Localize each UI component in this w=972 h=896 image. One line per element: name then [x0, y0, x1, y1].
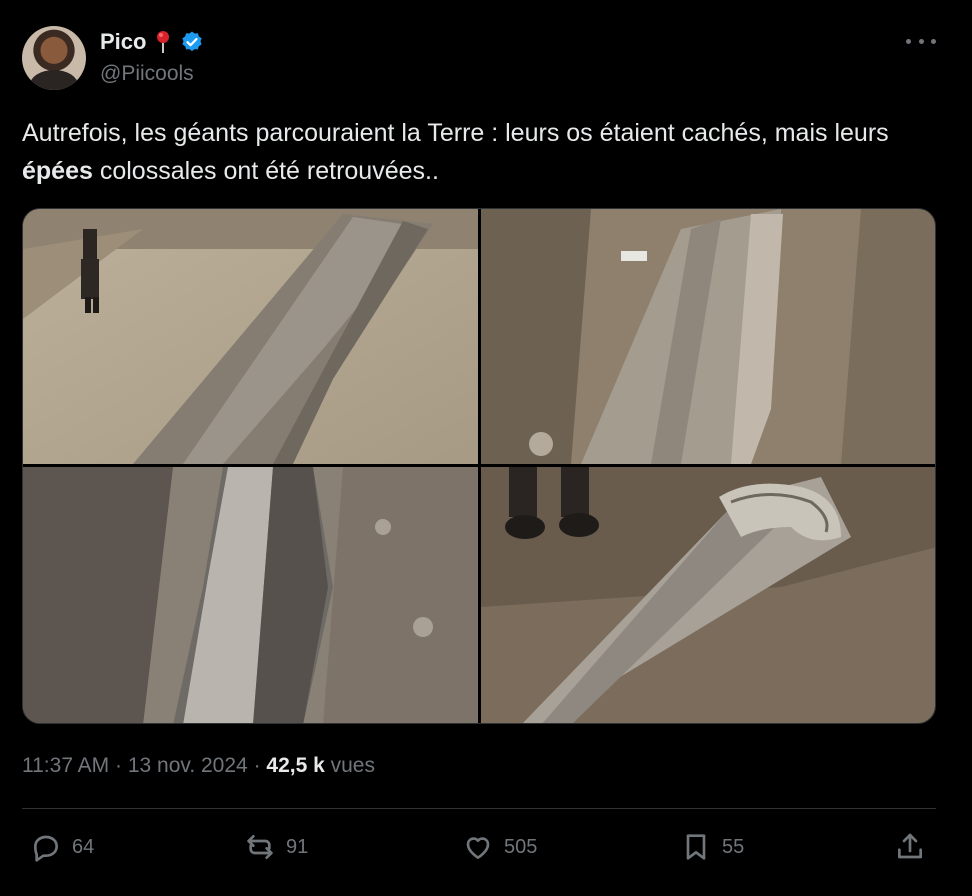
share-button[interactable]	[894, 830, 926, 864]
views-label: vues	[324, 754, 375, 777]
meta-separator: ·	[109, 754, 128, 777]
tweet-meta: 11:37 AM · 13 nov. 2024 · 42,5 k vues	[22, 754, 375, 778]
repost-button[interactable]: 91	[244, 830, 308, 864]
media-image[interactable]	[481, 209, 935, 464]
tweet: Pico @Piicools Autrefois, les géants par…	[0, 0, 972, 896]
media-image[interactable]	[23, 467, 478, 723]
tweet-text: Autrefois, les géants parcouraient la Te…	[22, 114, 942, 190]
meta-separator: ·	[247, 754, 267, 777]
repost-icon	[247, 835, 273, 859]
reply-count: 64	[72, 835, 95, 858]
heart-icon	[466, 837, 490, 859]
like-button[interactable]: 505	[462, 830, 537, 864]
author-name-row: Pico	[100, 28, 204, 56]
reply-button[interactable]: 64	[30, 830, 94, 864]
share-icon	[898, 833, 922, 859]
tweet-date[interactable]: 13 nov. 2024	[128, 754, 248, 777]
verified-icon	[180, 30, 204, 54]
display-name[interactable]: Pico	[100, 29, 146, 55]
tweet-text-part: colossales ont été retrouvées..	[92, 157, 439, 185]
bookmark-count: 55	[722, 835, 745, 858]
divider	[22, 808, 936, 809]
repost-count: 91	[286, 835, 309, 858]
media-image[interactable]	[481, 467, 935, 723]
reply-icon	[34, 835, 58, 862]
tweet-text-part: Autrefois, les géants parcouraient la Te…	[22, 119, 889, 147]
media-grid	[22, 208, 936, 724]
avatar[interactable]	[22, 26, 86, 90]
tweet-text-bold: épées	[22, 157, 93, 185]
pin-icon	[154, 30, 172, 54]
media-image[interactable]	[23, 209, 478, 464]
bookmark-button[interactable]: 55	[680, 830, 744, 864]
views-count: 42,5 k	[266, 754, 325, 777]
bookmark-icon	[686, 834, 706, 860]
tweet-time[interactable]: 11:37 AM	[22, 754, 109, 777]
like-count: 505	[504, 835, 538, 858]
more-options-icon[interactable]	[906, 30, 936, 52]
handle[interactable]: @Piicools	[100, 62, 194, 86]
